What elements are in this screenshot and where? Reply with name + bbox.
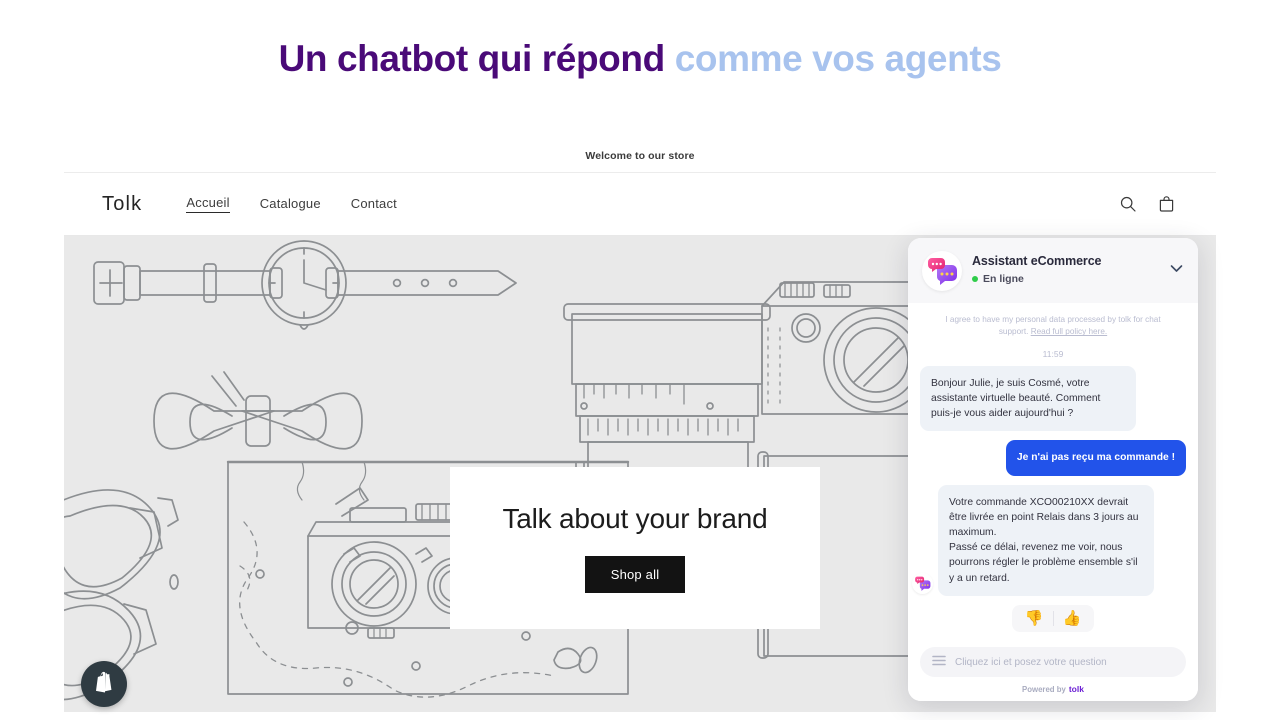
shop-all-button[interactable]: Shop all <box>584 556 686 593</box>
headline-light: comme vos agents <box>674 38 1002 79</box>
store-navbar: Tolk Accueil Catalogue Contact <box>64 173 1216 236</box>
store-nav-icons <box>1119 195 1176 214</box>
message-input-placeholder: Cliquez ici et posez votre question <box>955 656 1107 668</box>
powered-by: Powered by tolk <box>920 684 1186 694</box>
hero-title: Talk about your brand <box>502 503 768 534</box>
hero-card: Talk about your brand Shop all <box>450 467 820 629</box>
chat-header-text: Assistant eCommerce En ligne <box>972 251 1102 285</box>
hamburger-icon[interactable] <box>932 653 946 671</box>
shopify-icon <box>93 670 115 699</box>
chat-title: Assistant eCommerce <box>972 254 1102 268</box>
status-badge: En ligne <box>972 273 1101 285</box>
status-label: En ligne <box>983 273 1024 285</box>
powered-by-label: Powered by <box>1022 684 1066 694</box>
thumbs-down-icon[interactable]: 👎 <box>1018 609 1051 628</box>
shopify-badge[interactable] <box>81 661 127 707</box>
nav-item-accueil[interactable]: Accueil <box>186 195 230 213</box>
message-bubble: Je n'ai pas reçu ma commande ! <box>1005 440 1186 476</box>
chat-header: Assistant eCommerce En ligne <box>908 238 1198 303</box>
message-bubble: Bonjour Julie, je suis Cosmé, votre assi… <box>920 365 1136 432</box>
announcement-bar: Welcome to our store <box>64 140 1216 173</box>
thumbs-up-icon[interactable]: 👍 <box>1056 609 1089 628</box>
chat-footer: Cliquez ici et posez votre question Powe… <box>908 638 1198 701</box>
avatar-small <box>912 572 933 594</box>
chat-message-user-1: Je n'ai pas reçu ma commande ! <box>920 440 1186 476</box>
reaction-group: 👎 👍 <box>1011 604 1095 632</box>
message-reactions: 👎 👍 <box>920 604 1186 632</box>
consent-text: I agree to have my personal data process… <box>920 313 1186 339</box>
reaction-divider <box>1052 610 1054 626</box>
chat-widget: Assistant eCommerce En ligne I agree to … <box>908 238 1198 701</box>
nav-item-catalogue[interactable]: Catalogue <box>260 196 321 213</box>
chevron-down-icon[interactable] <box>1170 260 1183 278</box>
chat-message-bot-2: Votre commande XCO00210XX devrait être l… <box>912 484 1186 596</box>
store-nav-links: Accueil Catalogue Contact <box>186 195 397 213</box>
nav-item-contact[interactable]: Contact <box>351 196 397 213</box>
avatar <box>922 251 962 291</box>
page-title: Un chatbot qui répond comme vos agents <box>0 38 1280 80</box>
chat-message-list: I agree to have my personal data process… <box>908 303 1198 638</box>
message-bubble: Votre commande XCO00210XX devrait être l… <box>938 484 1154 596</box>
message-timestamp: 11:59 <box>1042 348 1064 359</box>
online-dot-icon <box>972 276 978 282</box>
cart-icon[interactable] <box>1157 195 1176 214</box>
announcement-text: Welcome to our store <box>585 150 695 162</box>
policy-link[interactable]: Read full policy here. <box>1031 327 1107 336</box>
page-root: Un chatbot qui répond comme vos agents W… <box>0 0 1280 720</box>
headline-dark: Un chatbot qui répond <box>278 38 666 79</box>
message-input[interactable]: Cliquez ici et posez votre question <box>920 647 1186 677</box>
tolk-logo[interactable]: tolk <box>1069 684 1084 694</box>
chat-message-bot-1: Bonjour Julie, je suis Cosmé, votre assi… <box>920 365 1186 432</box>
search-icon[interactable] <box>1119 195 1137 213</box>
store-logo[interactable]: Tolk <box>102 193 142 216</box>
